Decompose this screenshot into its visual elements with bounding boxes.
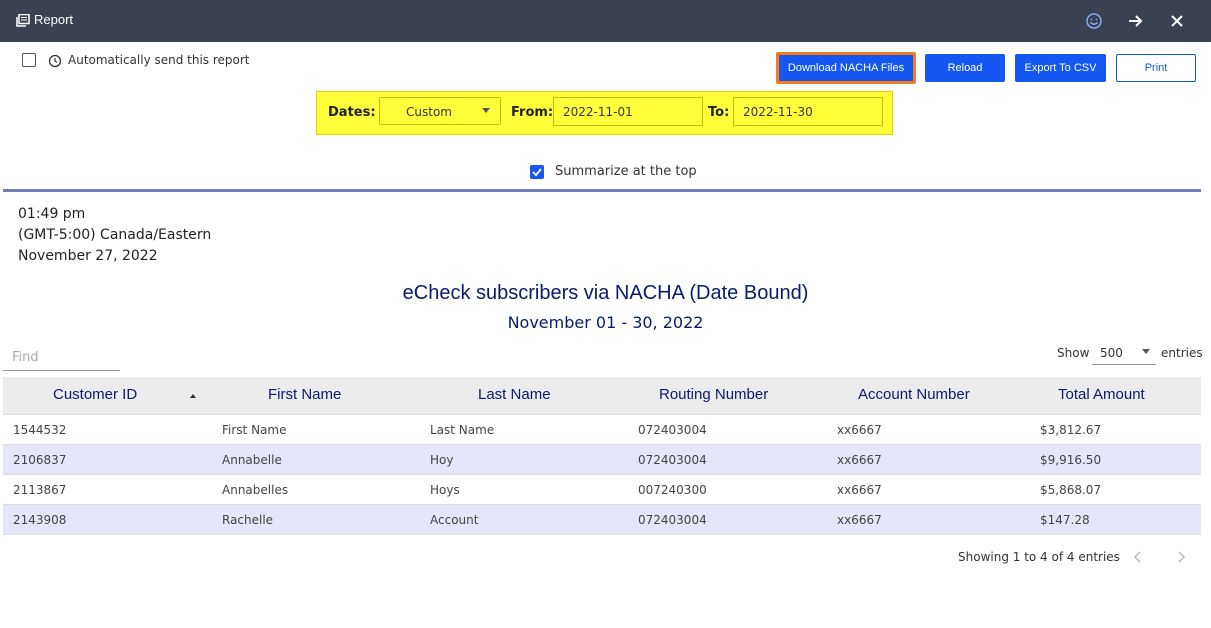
cell-customer-id: 2106837	[13, 453, 67, 467]
date-filter-panel: Dates: Custom From: 2022-11-01 To: 2022-…	[316, 91, 893, 135]
cell-total-amount: $3,812.67	[1040, 423, 1102, 437]
summarize-label: Summarize at the top	[555, 164, 697, 179]
summarize-checkbox[interactable]	[530, 165, 544, 179]
report-date: November 27, 2022	[18, 248, 158, 264]
column-header-customer-id[interactable]: Customer ID	[53, 386, 137, 403]
cell-last-name: Hoy	[430, 453, 454, 467]
show-label: Show	[1057, 346, 1090, 360]
column-header-routing-number[interactable]: Routing Number	[659, 386, 768, 403]
table-row[interactable]: 2106837 Annabelle Hoy 072403004 xx6667 $…	[3, 445, 1201, 475]
cell-routing-number: 072403004	[638, 423, 707, 437]
report-title: eCheck subscribers via NACHA (Date Bound…	[402, 282, 809, 304]
entries-per-page-select[interactable]: 500	[1092, 343, 1156, 365]
chevron-down-icon	[1142, 349, 1150, 354]
close-icon[interactable]	[1166, 10, 1188, 32]
reload-button[interactable]: Reload	[925, 54, 1005, 82]
dates-select[interactable]: Custom	[379, 97, 501, 125]
column-header-account-number[interactable]: Account Number	[858, 386, 970, 403]
cell-total-amount: $5,868.07	[1040, 483, 1102, 497]
cell-account-number: xx6667	[837, 423, 882, 437]
table-row[interactable]: 2113867 Annabelles Hoys 007240300 xx6667…	[3, 475, 1201, 505]
table-row[interactable]: 2143908 Rachelle Account 072403004 xx666…	[3, 505, 1201, 535]
arrow-right-icon[interactable]	[1124, 10, 1146, 32]
report-time: 01:49 pm	[18, 206, 86, 222]
auto-send-checkbox[interactable]	[22, 53, 36, 67]
report-timezone: (GMT-5:00) Canada/Eastern	[18, 227, 212, 243]
clock-icon	[48, 54, 62, 68]
cell-total-amount: $147.28	[1040, 513, 1090, 527]
smiley-icon[interactable]	[1083, 10, 1105, 32]
auto-send-label: Automatically send this report	[68, 53, 250, 67]
report-icon	[16, 14, 30, 27]
chevron-down-icon	[482, 108, 490, 113]
find-input[interactable]: Find	[3, 345, 120, 371]
cell-routing-number: 072403004	[638, 453, 707, 467]
window-titlebar: Report	[0, 0, 1211, 42]
cell-account-number: xx6667	[837, 483, 882, 497]
pagination-info: Showing 1 to 4 of 4 entries	[958, 550, 1120, 564]
column-header-total-amount[interactable]: Total Amount	[1058, 386, 1145, 403]
cell-routing-number: 072403004	[638, 513, 707, 527]
cell-first-name: Annabelle	[222, 453, 282, 467]
section-divider	[3, 189, 1201, 192]
cell-last-name: Last Name	[430, 423, 495, 437]
entries-label: entries	[1161, 346, 1203, 360]
cell-customer-id: 1544532	[13, 423, 67, 437]
export-csv-button[interactable]: Export To CSV	[1015, 54, 1106, 82]
table-header: Customer ID First Name Last Name Routing…	[3, 377, 1201, 415]
cell-account-number: xx6667	[837, 453, 882, 467]
cell-last-name: Account	[430, 513, 479, 527]
column-header-first-name[interactable]: First Name	[268, 386, 341, 403]
entries-per-page-value: 500	[1100, 346, 1123, 360]
from-date-input[interactable]: 2022-11-01	[553, 97, 703, 126]
cell-account-number: xx6667	[837, 513, 882, 527]
chevron-right-icon[interactable]	[1173, 548, 1189, 566]
cell-customer-id: 2113867	[13, 483, 67, 497]
sort-ascending-icon[interactable]	[190, 394, 196, 398]
subscribers-table: Customer ID First Name Last Name Routing…	[3, 377, 1201, 535]
cell-total-amount: $9,916.50	[1040, 453, 1102, 467]
to-date-input[interactable]: 2022-11-30	[733, 97, 883, 126]
chevron-left-icon[interactable]	[1130, 548, 1146, 566]
report-subtitle: November 01 - 30, 2022	[507, 313, 704, 332]
download-nacha-button[interactable]: Download NACHA Files	[776, 52, 916, 84]
cell-routing-number: 007240300	[638, 483, 707, 497]
cell-first-name: Rachelle	[222, 513, 274, 527]
dates-label: Dates:	[328, 105, 376, 120]
window-title: Report	[34, 12, 74, 27]
table-row[interactable]: 1544532 First Name Last Name 072403004 x…	[3, 415, 1201, 445]
cell-customer-id: 2143908	[13, 513, 67, 527]
cell-first-name: Annabelles	[222, 483, 289, 497]
cell-first-name: First Name	[222, 423, 287, 437]
print-button[interactable]: Print	[1116, 54, 1196, 82]
from-label: From:	[511, 105, 554, 120]
cell-last-name: Hoys	[430, 483, 460, 497]
to-label: To:	[708, 105, 730, 120]
dates-select-value: Custom	[406, 105, 452, 119]
column-header-last-name[interactable]: Last Name	[478, 386, 551, 403]
